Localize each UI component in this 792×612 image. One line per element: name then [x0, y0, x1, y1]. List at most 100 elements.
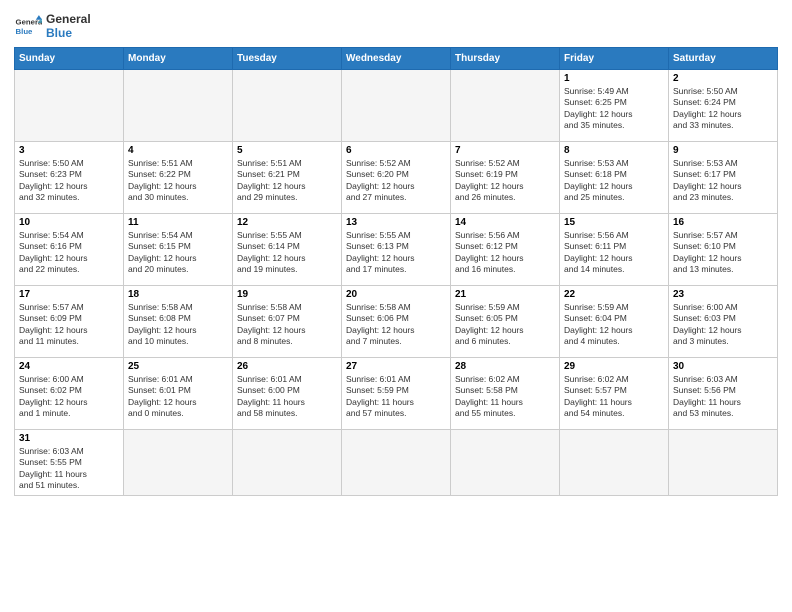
day-info: Sunrise: 5:51 AM Sunset: 6:21 PM Dayligh…: [237, 158, 337, 204]
day-cell: 12 Sunrise: 5:55 AM Sunset: 6:14 PM Dayli…: [233, 213, 342, 285]
day-number: 10: [19, 217, 119, 228]
day-number: 18: [128, 289, 228, 300]
day-cell: 4 Sunrise: 5:51 AM Sunset: 6:22 PM Daylig…: [124, 141, 233, 213]
day-number: 29: [564, 361, 664, 372]
day-cell: 3Sunrise: 5:50 AM Sunset: 6:23 PM Daylig…: [15, 141, 124, 213]
day-number: 7: [455, 145, 555, 156]
logo-icon: General Blue: [14, 12, 42, 40]
day-number: 25: [128, 361, 228, 372]
day-cell: 6 Sunrise: 5:52 AM Sunset: 6:20 PM Daylig…: [342, 141, 451, 213]
day-number: 8: [564, 145, 664, 156]
day-info: Sunrise: 6:03 AM Sunset: 5:56 PM Dayligh…: [673, 374, 773, 420]
day-info: Sunrise: 6:01 AM Sunset: 6:00 PM Dayligh…: [237, 374, 337, 420]
day-cell: 2Sunrise: 5:50 AM Sunset: 6:24 PM Daylig…: [669, 69, 778, 141]
day-cell: 21Sunrise: 5:59 AM Sunset: 6:05 PM Dayli…: [451, 285, 560, 357]
weekday-friday: Friday: [560, 47, 669, 69]
logo: General Blue General Blue: [14, 12, 91, 41]
day-number: 5: [237, 145, 337, 156]
day-number: 16: [673, 217, 773, 228]
weekday-tuesday: Tuesday: [233, 47, 342, 69]
day-info: Sunrise: 5:54 AM Sunset: 6:16 PM Dayligh…: [19, 230, 119, 276]
day-info: Sunrise: 5:52 AM Sunset: 6:20 PM Dayligh…: [346, 158, 446, 204]
day-cell: 1 Sunrise: 5:49 AM Sunset: 6:25 PM Daylig…: [560, 69, 669, 141]
day-number: 21: [455, 289, 555, 300]
day-cell: 26 Sunrise: 6:01 AM Sunset: 6:00 PM Dayli…: [233, 357, 342, 429]
day-info: Sunrise: 5:55 AM Sunset: 6:13 PM Dayligh…: [346, 230, 446, 276]
day-info: Sunrise: 5:51 AM Sunset: 6:22 PM Dayligh…: [128, 158, 228, 204]
day-cell: [233, 429, 342, 495]
day-cell: [233, 69, 342, 141]
day-cell: 23 Sunrise: 6:00 AM Sunset: 6:03 PM Dayli…: [669, 285, 778, 357]
day-cell: 15Sunrise: 5:56 AM Sunset: 6:11 PM Dayli…: [560, 213, 669, 285]
day-number: 2: [673, 73, 773, 84]
day-number: 6: [346, 145, 446, 156]
day-info: Sunrise: 5:49 AM Sunset: 6:25 PM Dayligh…: [564, 86, 664, 132]
day-info: Sunrise: 6:03 AM Sunset: 5:55 PM Dayligh…: [19, 446, 119, 492]
header: General Blue General Blue: [14, 12, 778, 41]
day-number: 30: [673, 361, 773, 372]
day-cell: [124, 429, 233, 495]
day-number: 27: [346, 361, 446, 372]
day-number: 22: [564, 289, 664, 300]
day-cell: [342, 429, 451, 495]
day-info: Sunrise: 6:00 AM Sunset: 6:03 PM Dayligh…: [673, 302, 773, 348]
week-row-4: 17 Sunrise: 5:57 AM Sunset: 6:09 PM Dayli…: [15, 285, 778, 357]
day-cell: 25 Sunrise: 6:01 AM Sunset: 6:01 PM Dayli…: [124, 357, 233, 429]
day-info: Sunrise: 5:52 AM Sunset: 6:19 PM Dayligh…: [455, 158, 555, 204]
day-cell: 8 Sunrise: 5:53 AM Sunset: 6:18 PM Daylig…: [560, 141, 669, 213]
day-cell: [669, 429, 778, 495]
week-row-1: 1 Sunrise: 5:49 AM Sunset: 6:25 PM Daylig…: [15, 69, 778, 141]
day-cell: 16 Sunrise: 5:57 AM Sunset: 6:10 PM Dayli…: [669, 213, 778, 285]
day-info: Sunrise: 6:02 AM Sunset: 5:58 PM Dayligh…: [455, 374, 555, 420]
day-info: Sunrise: 5:53 AM Sunset: 6:18 PM Dayligh…: [564, 158, 664, 204]
day-info: Sunrise: 6:02 AM Sunset: 5:57 PM Dayligh…: [564, 374, 664, 420]
day-cell: [560, 429, 669, 495]
day-cell: 9 Sunrise: 5:53 AM Sunset: 6:17 PM Daylig…: [669, 141, 778, 213]
day-number: 20: [346, 289, 446, 300]
week-row-5: 24 Sunrise: 6:00 AM Sunset: 6:02 PM Dayli…: [15, 357, 778, 429]
day-cell: 20Sunrise: 5:58 AM Sunset: 6:06 PM Dayli…: [342, 285, 451, 357]
day-number: 1: [564, 73, 664, 84]
day-number: 23: [673, 289, 773, 300]
day-cell: 22 Sunrise: 5:59 AM Sunset: 6:04 PM Dayli…: [560, 285, 669, 357]
day-info: Sunrise: 5:53 AM Sunset: 6:17 PM Dayligh…: [673, 158, 773, 204]
day-number: 4: [128, 145, 228, 156]
day-cell: 5 Sunrise: 5:51 AM Sunset: 6:21 PM Daylig…: [233, 141, 342, 213]
day-cell: 10 Sunrise: 5:54 AM Sunset: 6:16 PM Dayli…: [15, 213, 124, 285]
calendar-page: General Blue General Blue SundayMondayTu…: [0, 0, 792, 612]
day-info: Sunrise: 5:50 AM Sunset: 6:23 PM Dayligh…: [19, 158, 119, 204]
day-info: Sunrise: 6:01 AM Sunset: 6:01 PM Dayligh…: [128, 374, 228, 420]
day-number: 26: [237, 361, 337, 372]
day-cell: 29 Sunrise: 6:02 AM Sunset: 5:57 PM Dayli…: [560, 357, 669, 429]
day-info: Sunrise: 5:57 AM Sunset: 6:09 PM Dayligh…: [19, 302, 119, 348]
day-number: 13: [346, 217, 446, 228]
day-cell: 19Sunrise: 5:58 AM Sunset: 6:07 PM Dayli…: [233, 285, 342, 357]
week-row-3: 10 Sunrise: 5:54 AM Sunset: 6:16 PM Dayli…: [15, 213, 778, 285]
day-cell: [15, 69, 124, 141]
day-info: Sunrise: 5:54 AM Sunset: 6:15 PM Dayligh…: [128, 230, 228, 276]
day-number: 17: [19, 289, 119, 300]
day-number: 31: [19, 433, 119, 444]
day-number: 12: [237, 217, 337, 228]
day-cell: [451, 69, 560, 141]
day-cell: [124, 69, 233, 141]
day-info: Sunrise: 5:55 AM Sunset: 6:14 PM Dayligh…: [237, 230, 337, 276]
week-row-2: 3Sunrise: 5:50 AM Sunset: 6:23 PM Daylig…: [15, 141, 778, 213]
day-cell: [342, 69, 451, 141]
day-number: 14: [455, 217, 555, 228]
calendar-table: SundayMondayTuesdayWednesdayThursdayFrid…: [14, 47, 778, 496]
day-info: Sunrise: 5:58 AM Sunset: 6:08 PM Dayligh…: [128, 302, 228, 348]
logo-blue: Blue: [46, 26, 91, 40]
weekday-wednesday: Wednesday: [342, 47, 451, 69]
logo-general: General: [46, 12, 91, 26]
day-number: 9: [673, 145, 773, 156]
day-info: Sunrise: 5:58 AM Sunset: 6:07 PM Dayligh…: [237, 302, 337, 348]
day-cell: 31 Sunrise: 6:03 AM Sunset: 5:55 PM Dayli…: [15, 429, 124, 495]
day-info: Sunrise: 5:59 AM Sunset: 6:04 PM Dayligh…: [564, 302, 664, 348]
day-info: Sunrise: 5:57 AM Sunset: 6:10 PM Dayligh…: [673, 230, 773, 276]
day-info: Sunrise: 5:56 AM Sunset: 6:12 PM Dayligh…: [455, 230, 555, 276]
day-cell: [451, 429, 560, 495]
day-cell: 7 Sunrise: 5:52 AM Sunset: 6:19 PM Daylig…: [451, 141, 560, 213]
day-info: Sunrise: 6:00 AM Sunset: 6:02 PM Dayligh…: [19, 374, 119, 420]
day-number: 24: [19, 361, 119, 372]
